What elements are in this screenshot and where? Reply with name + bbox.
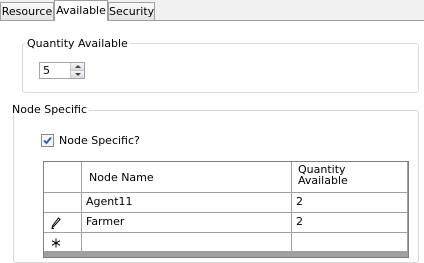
- edit-pencil-icon: [51, 217, 61, 229]
- node-specific-legend: Node Specific: [10, 103, 90, 116]
- quantity-spinner[interactable]: 5: [39, 62, 85, 79]
- tab-available[interactable]: Available: [54, 0, 108, 21]
- table-row-node-name[interactable]: Agent11: [82, 193, 292, 213]
- tab-resource-label: Resource: [1, 5, 53, 18]
- tab-security[interactable]: Security: [108, 2, 155, 20]
- checkmark-icon: [43, 136, 52, 145]
- new-row-quantity-cell[interactable]: [292, 233, 408, 253]
- row-header-new[interactable]: [44, 233, 82, 253]
- grid-footer-bar: [44, 251, 408, 257]
- quantity-available-legend: Quantity Available: [25, 37, 130, 50]
- column-header-node-name[interactable]: Node Name: [82, 162, 292, 193]
- row-header[interactable]: [44, 193, 82, 213]
- quantity-spinner-value: 5: [43, 64, 50, 77]
- node-grid[interactable]: Node Name Quantity Available Agent11 2 F…: [43, 161, 409, 258]
- table-row-quantity[interactable]: 2: [292, 213, 408, 233]
- table-row-quantity[interactable]: 2: [292, 193, 408, 213]
- grid-corner-header: [44, 162, 82, 193]
- node-specific-checkbox-label: Node Specific?: [59, 134, 140, 147]
- tab-strip: Resource Available Security: [0, 0, 424, 21]
- column-header-node-name-label: Node Name: [89, 171, 154, 184]
- new-row-asterisk-icon: [51, 238, 61, 248]
- row-header-editing[interactable]: [44, 213, 82, 233]
- column-header-quantity-available-label: Quantity Available: [298, 163, 348, 187]
- tab-resource[interactable]: Resource: [0, 2, 54, 20]
- new-row-node-name-cell[interactable]: [82, 233, 292, 253]
- spinner-up-icon[interactable]: [71, 63, 84, 71]
- spinner-buttons: [70, 63, 84, 78]
- tab-available-label: Available: [56, 4, 106, 17]
- tab-security-label: Security: [109, 5, 155, 18]
- node-specific-checkbox[interactable]: [41, 134, 54, 147]
- column-header-quantity-available[interactable]: Quantity Available: [292, 162, 408, 193]
- table-row-node-name[interactable]: Farmer: [82, 213, 292, 233]
- spinner-down-icon[interactable]: [71, 71, 84, 78]
